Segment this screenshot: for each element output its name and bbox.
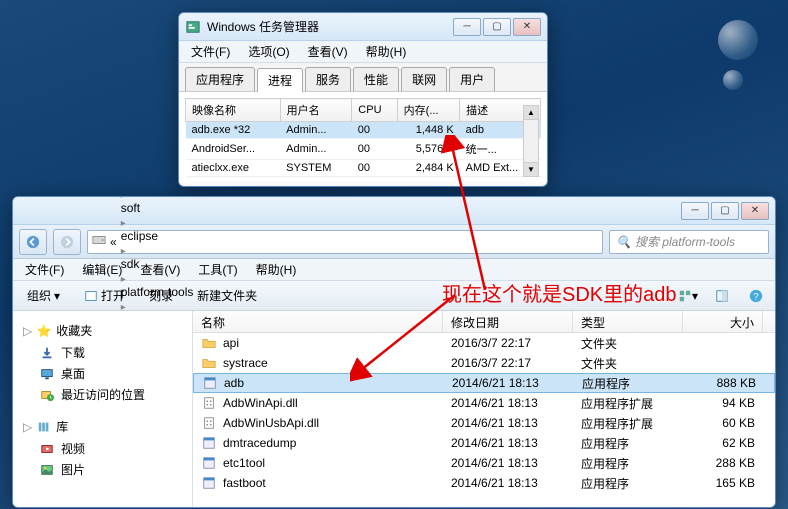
menu-item[interactable]: 文件(F) [183,41,238,62]
close-button[interactable]: ✕ [513,18,541,36]
dll-icon [201,395,217,411]
breadcrumb-item[interactable]: soft [121,201,194,215]
desktop-icon [39,366,55,382]
file-row[interactable]: AdbWinUsbApi.dll2014/6/21 18:13应用程序扩展60 … [193,413,775,433]
search-box[interactable]: 🔍 搜索 platform-tools [609,230,769,254]
breadcrumb-item[interactable]: eclipse [121,229,194,243]
new-folder-button[interactable]: 新建文件夹 [191,284,263,307]
titlebar[interactable]: Windows 任务管理器 ─ ▢ ✕ [179,13,547,41]
col-name: 名称 [193,311,443,332]
menu-item[interactable]: 查看(V) [132,259,188,280]
dll-icon [201,415,217,431]
menu-item[interactable]: 编辑(E) [74,259,130,280]
menu-item[interactable]: 帮助(H) [248,259,305,280]
col-date: 修改日期 [443,311,573,332]
tab[interactable]: 用户 [449,67,495,91]
close-button[interactable]: ✕ [741,202,769,220]
maximize-button[interactable]: ▢ [711,202,739,220]
column-header[interactable]: 内存(... [397,99,460,122]
tab[interactable]: 进程 [257,68,303,92]
menubar: 文件(F)编辑(E)查看(V)工具(T)帮助(H) [13,259,775,281]
exe-icon [202,375,218,391]
download-icon [39,345,55,361]
help-button[interactable]: ? [745,286,767,306]
file-row[interactable]: api2016/3/7 22:17文件夹 [193,333,775,353]
column-header[interactable]: 映像名称 [186,99,281,122]
column-headers[interactable]: 名称 修改日期 类型 大小 [193,311,775,333]
file-row[interactable]: AdbWinApi.dll2014/6/21 18:13应用程序扩展94 KB [193,393,775,413]
sidebar-item[interactable]: 视频 [17,438,188,459]
file-row[interactable]: adb2014/6/21 18:13应用程序888 KB [193,373,775,393]
file-row[interactable]: fastboot2014/6/21 18:13应用程序165 KB [193,473,775,493]
folder-icon [201,355,217,371]
recent-icon [39,387,55,403]
sidebar: ▷⭐收藏夹 下载桌面最近访问的位置 ▷库 视频图片 [13,311,193,507]
file-row[interactable]: dmtracedump2014/6/21 18:13应用程序62 KB [193,433,775,453]
view-button[interactable]: ▾ [677,286,699,306]
minimize-button[interactable]: ─ [681,202,709,220]
menu-item[interactable]: 选项(O) [240,41,297,62]
process-table: 映像名称用户名CPU内存(...描述 adb.exe *32Admin...00… [185,98,541,177]
sidebar-item[interactable]: 桌面 [17,363,188,384]
navbar: « 软件安装 (D:) ▸ soft ▸ eclipse ▸ sdk ▸ pla… [13,225,775,259]
menu-item[interactable]: 工具(T) [190,259,245,280]
col-size: 大小 [683,311,763,332]
sidebar-item[interactable]: 图片 [17,459,188,480]
exe-icon [201,475,217,491]
organize-button[interactable]: 组织 ▾ [21,284,66,307]
toolbar: 组织 ▾ 打开 刻录 新建文件夹 ▾ ? [13,281,775,311]
favorites-header[interactable]: ▷⭐收藏夹 [17,319,188,342]
svg-text:?: ? [753,291,758,302]
col-type: 类型 [573,311,683,332]
libraries-header[interactable]: ▷库 [17,415,188,438]
folder-icon [201,335,217,351]
column-header[interactable]: CPU [352,99,397,122]
preview-button[interactable] [711,286,733,306]
exe-icon [201,435,217,451]
library-icon [36,419,52,435]
column-header[interactable]: 用户名 [280,99,352,122]
file-list: 名称 修改日期 类型 大小 api2016/3/7 22:17文件夹systra… [193,311,775,507]
burn-button[interactable]: 刻录 [143,284,179,307]
sidebar-item[interactable]: 下载 [17,342,188,363]
minimize-button[interactable]: ─ [453,18,481,36]
menubar: 文件(F)选项(O)查看(V)帮助(H) [179,41,547,63]
app-icon [185,19,201,35]
menu-item[interactable]: 文件(F) [17,259,72,280]
menu-item[interactable]: 帮助(H) [358,41,415,62]
video-icon [39,441,55,457]
address-bar[interactable]: « 软件安装 (D:) ▸ soft ▸ eclipse ▸ sdk ▸ pla… [87,230,603,254]
tab[interactable]: 应用程序 [185,67,255,91]
process-row[interactable]: atieclxx.exeSYSTEM002,484 KAMD Ext... [186,160,541,177]
tabs: 应用程序进程服务性能联网用户 [179,63,547,92]
tab[interactable]: 性能 [353,67,399,91]
picture-icon [39,462,55,478]
search-placeholder: 搜索 platform-tools [635,233,735,250]
menu-item[interactable]: 查看(V) [300,41,356,62]
tab[interactable]: 服务 [305,67,351,91]
maximize-button[interactable]: ▢ [483,18,511,36]
search-icon: 🔍 [616,235,631,249]
back-button[interactable] [19,229,47,255]
open-button[interactable]: 打开 [78,284,131,307]
star-icon: ⭐ [36,323,52,339]
exe-icon [201,455,217,471]
process-row[interactable]: AndroidSer...Admin...005,576 K统一... [186,139,541,160]
drive-icon [92,233,106,250]
sidebar-item[interactable]: 最近访问的位置 [17,384,188,405]
process-row[interactable]: adb.exe *32Admin...001,448 Kadb [186,122,541,139]
task-manager-window: Windows 任务管理器 ─ ▢ ✕ 文件(F)选项(O)查看(V)帮助(H)… [178,12,548,187]
forward-button[interactable] [53,229,81,255]
file-row[interactable]: systrace2016/3/7 22:17文件夹 [193,353,775,373]
tab[interactable]: 联网 [401,67,447,91]
scrollbar[interactable]: ▲▼ [523,105,539,177]
file-row[interactable]: etc1tool2014/6/21 18:13应用程序288 KB [193,453,775,473]
explorer-window: ─ ▢ ✕ « 软件安装 (D:) ▸ soft ▸ eclipse ▸ sdk… [12,196,776,508]
window-title: Windows 任务管理器 [207,18,447,35]
